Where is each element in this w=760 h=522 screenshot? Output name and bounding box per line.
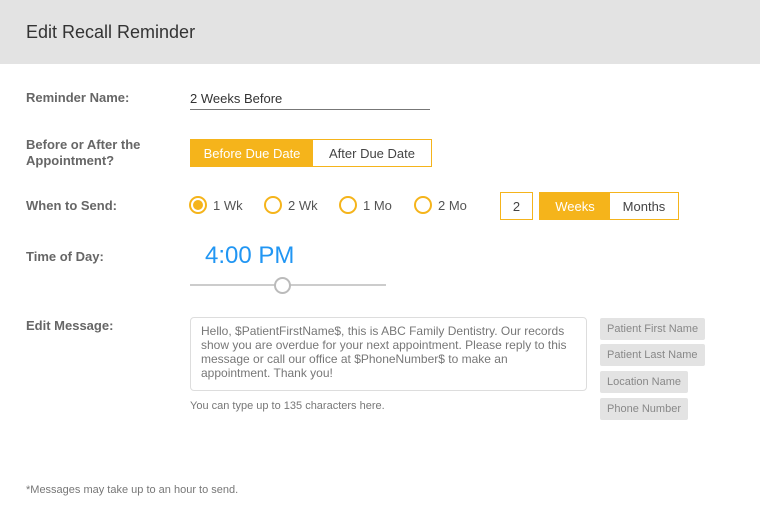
weeks-button[interactable]: Weeks [540,193,610,219]
radio-2mo[interactable]: 2 Mo [414,196,467,214]
when-to-send-label: When to Send: [26,198,117,213]
radio-1wk[interactable]: 1 Wk [189,196,243,214]
radio-1mo[interactable]: 1 Mo [339,196,392,214]
tag-location-name[interactable]: Location Name [600,371,688,393]
time-of-day-label: Time of Day: [26,249,104,264]
time-value: 4:00 PM [205,242,295,269]
radio-label: 2 Mo [438,197,467,213]
reminder-name-input[interactable] [190,88,430,110]
before-due-date-button[interactable]: Before Due Date [191,140,313,166]
radio-label: 1 Wk [213,197,243,213]
before-after-toggle: Before Due Date After Due Date [190,139,432,167]
header: Edit Recall Reminder [0,0,760,64]
tag-patient-last-name[interactable]: Patient Last Name [600,344,705,366]
character-hint: You can type up to 135 characters here. [190,400,385,412]
page-title: Edit Recall Reminder [26,21,196,42]
radio-selected-icon [189,196,207,214]
edit-message-label: Edit Message: [26,318,114,333]
radio-2wk[interactable]: 2 Wk [264,196,318,214]
before-after-label: Before or After the Appointment? [26,137,141,168]
radio-label: 1 Mo [363,197,392,213]
message-textarea[interactable]: Hello, $PatientFirstName$, this is ABC F… [190,317,587,391]
tag-phone-number[interactable]: Phone Number [600,398,688,420]
months-button[interactable]: Months [610,193,678,219]
footnote: *Messages may take up to an hour to send… [26,484,239,496]
custom-number-input[interactable]: 2 [500,192,533,220]
tag-patient-first-name[interactable]: Patient First Name [600,318,706,340]
radio-label: 2 Wk [288,197,318,213]
radio-icon [339,196,357,214]
after-due-date-button[interactable]: After Due Date [313,140,431,166]
time-slider-thumb[interactable] [273,277,291,294]
radio-icon [414,196,432,214]
radio-icon [264,196,282,214]
reminder-name-label: Reminder Name: [26,90,130,105]
unit-toggle: Weeks Months [539,192,679,220]
